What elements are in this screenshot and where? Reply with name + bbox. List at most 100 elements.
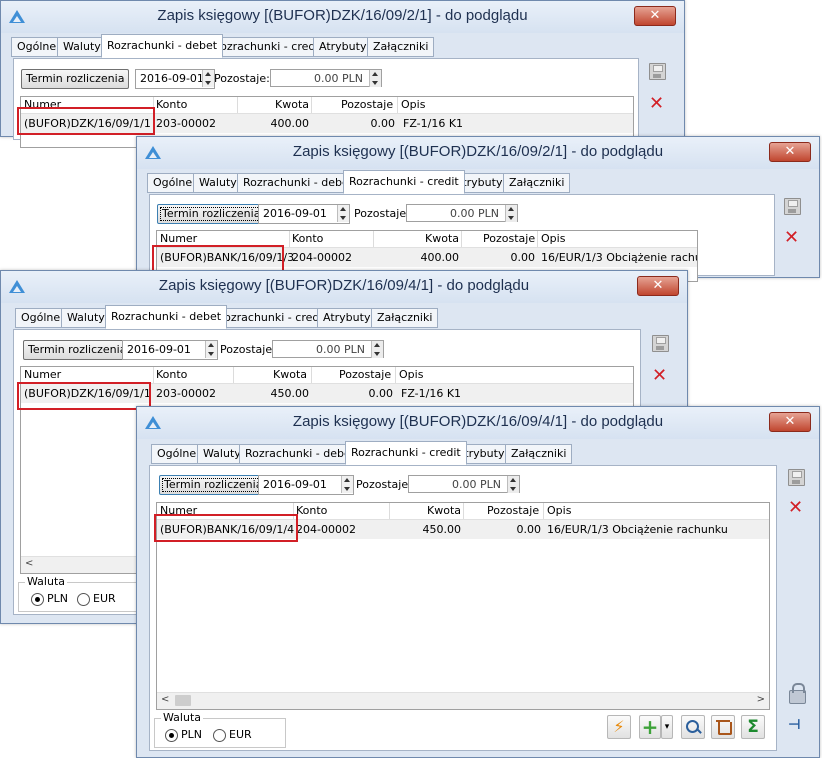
tab-ogolne[interactable]: Ogólne bbox=[151, 444, 203, 464]
delete-button[interactable]: ✕ bbox=[652, 367, 672, 387]
tab-rozrachunki-credit[interactable]: Rozrachunki - credit bbox=[345, 441, 467, 465]
trash-button[interactable] bbox=[711, 715, 735, 739]
date-field[interactable]: 2016-09-01 bbox=[258, 475, 354, 495]
scroll-thumb[interactable] bbox=[175, 695, 191, 706]
col-opis[interactable]: Opis bbox=[401, 98, 425, 111]
pozostaje-field[interactable]: 0.00 PLN bbox=[406, 204, 518, 222]
tab-zalaczniki[interactable]: Załączniki bbox=[505, 444, 573, 464]
col-pozostaje[interactable]: Pozostaje bbox=[341, 98, 393, 111]
tab-rozrachunki-debet[interactable]: Rozrachunki - debet bbox=[101, 34, 224, 58]
window-2-titlebar[interactable]: Zapis księgowy [(BUFOR)DZK/16/09/2/1] - … bbox=[137, 137, 819, 169]
pozostaje-field[interactable]: 0.00 PLN bbox=[270, 69, 382, 87]
window-3-titlebar[interactable]: Zapis księgowy [(BUFOR)DZK/16/09/4/1] - … bbox=[1, 271, 687, 303]
col-pozostaje[interactable]: Pozostaje bbox=[483, 232, 535, 245]
date-spinner[interactable] bbox=[341, 476, 353, 493]
window-4-close-button[interactable]: ✕ bbox=[769, 412, 811, 432]
pozostaje-label: Pozostaje: bbox=[214, 72, 270, 85]
radio-eur[interactable] bbox=[77, 593, 90, 606]
date-field[interactable]: 2016-09-01 bbox=[122, 340, 218, 360]
date-value: 2016-09-01 bbox=[127, 343, 191, 356]
tab-waluty[interactable]: Waluty bbox=[193, 173, 243, 193]
scroll-left-icon[interactable]: < bbox=[25, 558, 33, 569]
pozostaje-field[interactable]: 0.00 PLN bbox=[272, 340, 384, 358]
termin-rozliczenia-button[interactable]: Termin rozliczenia bbox=[23, 340, 132, 360]
cell-konto: 203-00002 bbox=[156, 387, 216, 400]
cell-opis: FZ-1/16 K1 bbox=[403, 117, 464, 130]
floppy-icon bbox=[784, 198, 801, 215]
save-button[interactable] bbox=[652, 335, 672, 355]
col-konto[interactable]: Konto bbox=[292, 232, 323, 245]
save-button[interactable] bbox=[788, 469, 808, 489]
window-2-close-button[interactable]: ✕ bbox=[769, 142, 811, 162]
highlight-box bbox=[17, 107, 155, 135]
horizontal-scrollbar[interactable]: < > bbox=[157, 692, 769, 709]
col-numer[interactable]: Numer bbox=[24, 368, 61, 381]
col-konto[interactable]: Konto bbox=[296, 504, 327, 517]
save-button[interactable] bbox=[784, 198, 804, 218]
tab-waluty[interactable]: Waluty bbox=[61, 308, 111, 328]
termin-rozliczenia-button[interactable]: Termin rozliczenia bbox=[21, 69, 130, 89]
pozostaje-spinner[interactable] bbox=[507, 476, 519, 493]
scroll-left-icon[interactable]: < bbox=[161, 694, 169, 705]
lightning-button[interactable]: ⚡ bbox=[607, 715, 631, 739]
pozostaje-spinner[interactable] bbox=[505, 205, 517, 222]
window-3-close-button[interactable]: ✕ bbox=[637, 276, 679, 296]
col-opis[interactable]: Opis bbox=[547, 504, 571, 517]
col-numer[interactable]: Numer bbox=[160, 232, 197, 245]
tab-rozrachunki-credit[interactable]: Rozrachunki - credit bbox=[343, 170, 465, 194]
tab-ogolne[interactable]: Ogólne bbox=[15, 308, 67, 328]
date-spinner[interactable] bbox=[202, 70, 214, 87]
add-button[interactable]: + bbox=[639, 715, 661, 739]
col-kwota[interactable]: Kwota bbox=[427, 504, 461, 517]
tab-rozrachunki-credit[interactable]: Rozrachunki - credit bbox=[211, 308, 333, 328]
add-dropdown-button[interactable]: ▾ bbox=[661, 715, 673, 739]
radio-pln[interactable] bbox=[31, 593, 44, 606]
tab-waluty[interactable]: Waluty bbox=[57, 37, 107, 57]
window-1-close-button[interactable]: ✕ bbox=[634, 6, 676, 26]
tab-rozrachunki-debet[interactable]: Rozrachunki - debet bbox=[239, 444, 362, 464]
tab-zalaczniki[interactable]: Załączniki bbox=[371, 308, 439, 328]
pozostaje-field[interactable]: 0.00 PLN bbox=[408, 475, 520, 493]
pin-button[interactable]: ⊣ bbox=[786, 715, 808, 737]
tab-zalaczniki[interactable]: Załączniki bbox=[503, 173, 571, 193]
tab-rozrachunki-debet[interactable]: Rozrachunki - debet bbox=[105, 305, 228, 329]
pozostaje-spinner[interactable] bbox=[369, 70, 381, 87]
col-konto[interactable]: Konto bbox=[156, 368, 187, 381]
col-kwota[interactable]: Kwota bbox=[273, 368, 307, 381]
col-kwota[interactable]: Kwota bbox=[425, 232, 459, 245]
lock-button[interactable] bbox=[786, 683, 808, 706]
radio-eur[interactable] bbox=[213, 729, 226, 742]
pozostaje-spinner[interactable] bbox=[371, 341, 383, 358]
date-spinner[interactable] bbox=[337, 205, 349, 222]
tab-ogolne[interactable]: Ogólne bbox=[11, 37, 63, 57]
save-button[interactable] bbox=[649, 63, 669, 83]
scroll-right-icon[interactable]: > bbox=[757, 694, 765, 705]
window-1-titlebar[interactable]: Zapis księgowy [(BUFOR)DZK/16/09/2/1] - … bbox=[1, 1, 684, 33]
col-opis[interactable]: Opis bbox=[399, 368, 423, 381]
col-konto[interactable]: Konto bbox=[156, 98, 187, 111]
col-pozostaje[interactable]: Pozostaje bbox=[339, 368, 391, 381]
window-4-titlebar[interactable]: Zapis księgowy [(BUFOR)DZK/16/09/4/1] - … bbox=[137, 407, 819, 439]
col-opis[interactable]: Opis bbox=[541, 232, 565, 245]
tab-atrybuty[interactable]: Atrybuty bbox=[317, 308, 377, 328]
termin-rozliczenia-button[interactable]: Termin rozliczenia bbox=[159, 475, 268, 495]
col-pozostaje[interactable]: Pozostaje bbox=[487, 504, 539, 517]
date-spinner[interactable] bbox=[205, 341, 217, 358]
delete-button[interactable]: ✕ bbox=[649, 95, 669, 115]
tab-atrybuty[interactable]: Atrybuty bbox=[313, 37, 373, 57]
delete-button[interactable]: ✕ bbox=[784, 229, 804, 249]
window-4-panel: Termin rozliczenia 2016-09-01 Pozostaje:… bbox=[149, 465, 777, 751]
date-field[interactable]: 2016-09-01 bbox=[135, 69, 215, 89]
tab-rozrachunki-debet[interactable]: Rozrachunki - debet bbox=[237, 173, 360, 193]
col-kwota[interactable]: Kwota bbox=[275, 98, 309, 111]
cell-opis: 16/EUR/1/3 Obciążenie rachunku bbox=[547, 523, 728, 536]
tab-rozrachunki-credit[interactable]: Rozrachunki - credit bbox=[207, 37, 329, 57]
sum-button[interactable]: Σ bbox=[741, 715, 765, 739]
date-field[interactable]: 2016-09-01 bbox=[258, 204, 350, 224]
search-button[interactable] bbox=[681, 715, 705, 739]
termin-rozliczenia-button[interactable]: Termin rozliczenia bbox=[157, 204, 266, 224]
tab-zalaczniki[interactable]: Załączniki bbox=[367, 37, 435, 57]
tab-ogolne[interactable]: Ogólne bbox=[147, 173, 199, 193]
radio-pln[interactable] bbox=[165, 729, 178, 742]
delete-button[interactable]: ✕ bbox=[788, 499, 808, 519]
